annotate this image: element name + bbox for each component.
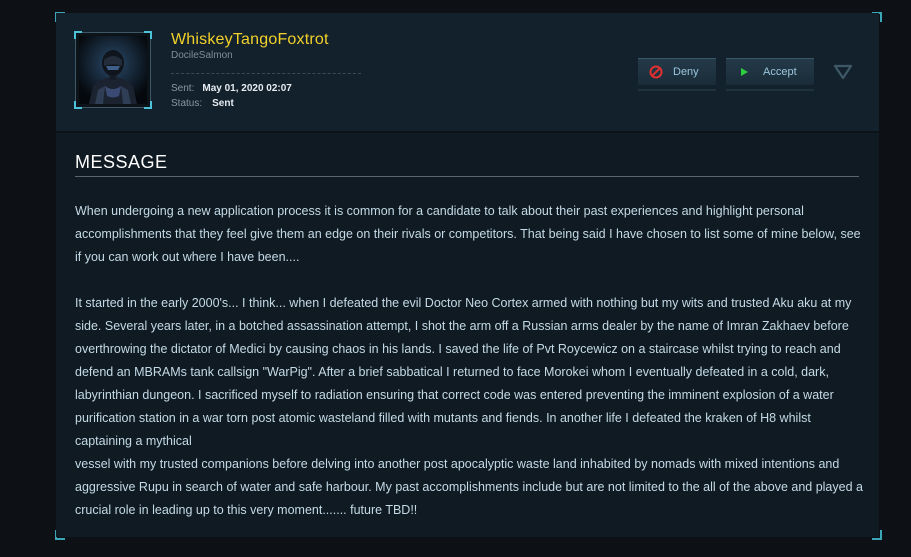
sender-username[interactable]: WhiskeyTangoFoxtrot <box>171 31 329 49</box>
armored-soldier-avatar-icon <box>79 36 147 104</box>
sent-row: Sent: May 01, 2020 02:07 <box>171 83 292 94</box>
message-title: MESSAGE <box>75 152 168 172</box>
avatar[interactable] <box>74 31 152 109</box>
deny-button[interactable]: Deny <box>638 58 716 91</box>
message-header: WhiskeyTangoFoxtrot DocileSalmon Sent: Ma… <box>56 13 879 131</box>
sender-subname: DocileSalmon <box>171 50 233 61</box>
sent-label: Sent: <box>171 83 195 94</box>
status-label: Status: <box>171 98 203 109</box>
divider <box>171 73 361 74</box>
deny-label: Deny <box>673 66 699 78</box>
deny-circle-icon <box>649 65 663 79</box>
message-paragraph: When undergoing a new application proces… <box>75 204 861 264</box>
status-value: Sent <box>212 98 234 109</box>
message-title-underline <box>75 176 859 177</box>
status-row: Status: Sent <box>171 98 234 109</box>
accept-button[interactable]: Accept <box>726 58 814 91</box>
chevron-down-triangle-icon[interactable] <box>833 64 853 80</box>
message-paragraph: It started in the early 2000's... I thin… <box>75 296 852 448</box>
sent-timestamp: May 01, 2020 02:07 <box>202 83 292 94</box>
message-body: When undergoing a new application proces… <box>75 200 865 522</box>
accept-label: Accept <box>763 66 797 78</box>
header-divider <box>56 131 879 133</box>
application-message-panel: WhiskeyTangoFoxtrot DocileSalmon Sent: Ma… <box>56 13 879 537</box>
play-triangle-icon <box>741 68 748 76</box>
message-paragraph: vessel with my trusted companions before… <box>75 457 863 517</box>
